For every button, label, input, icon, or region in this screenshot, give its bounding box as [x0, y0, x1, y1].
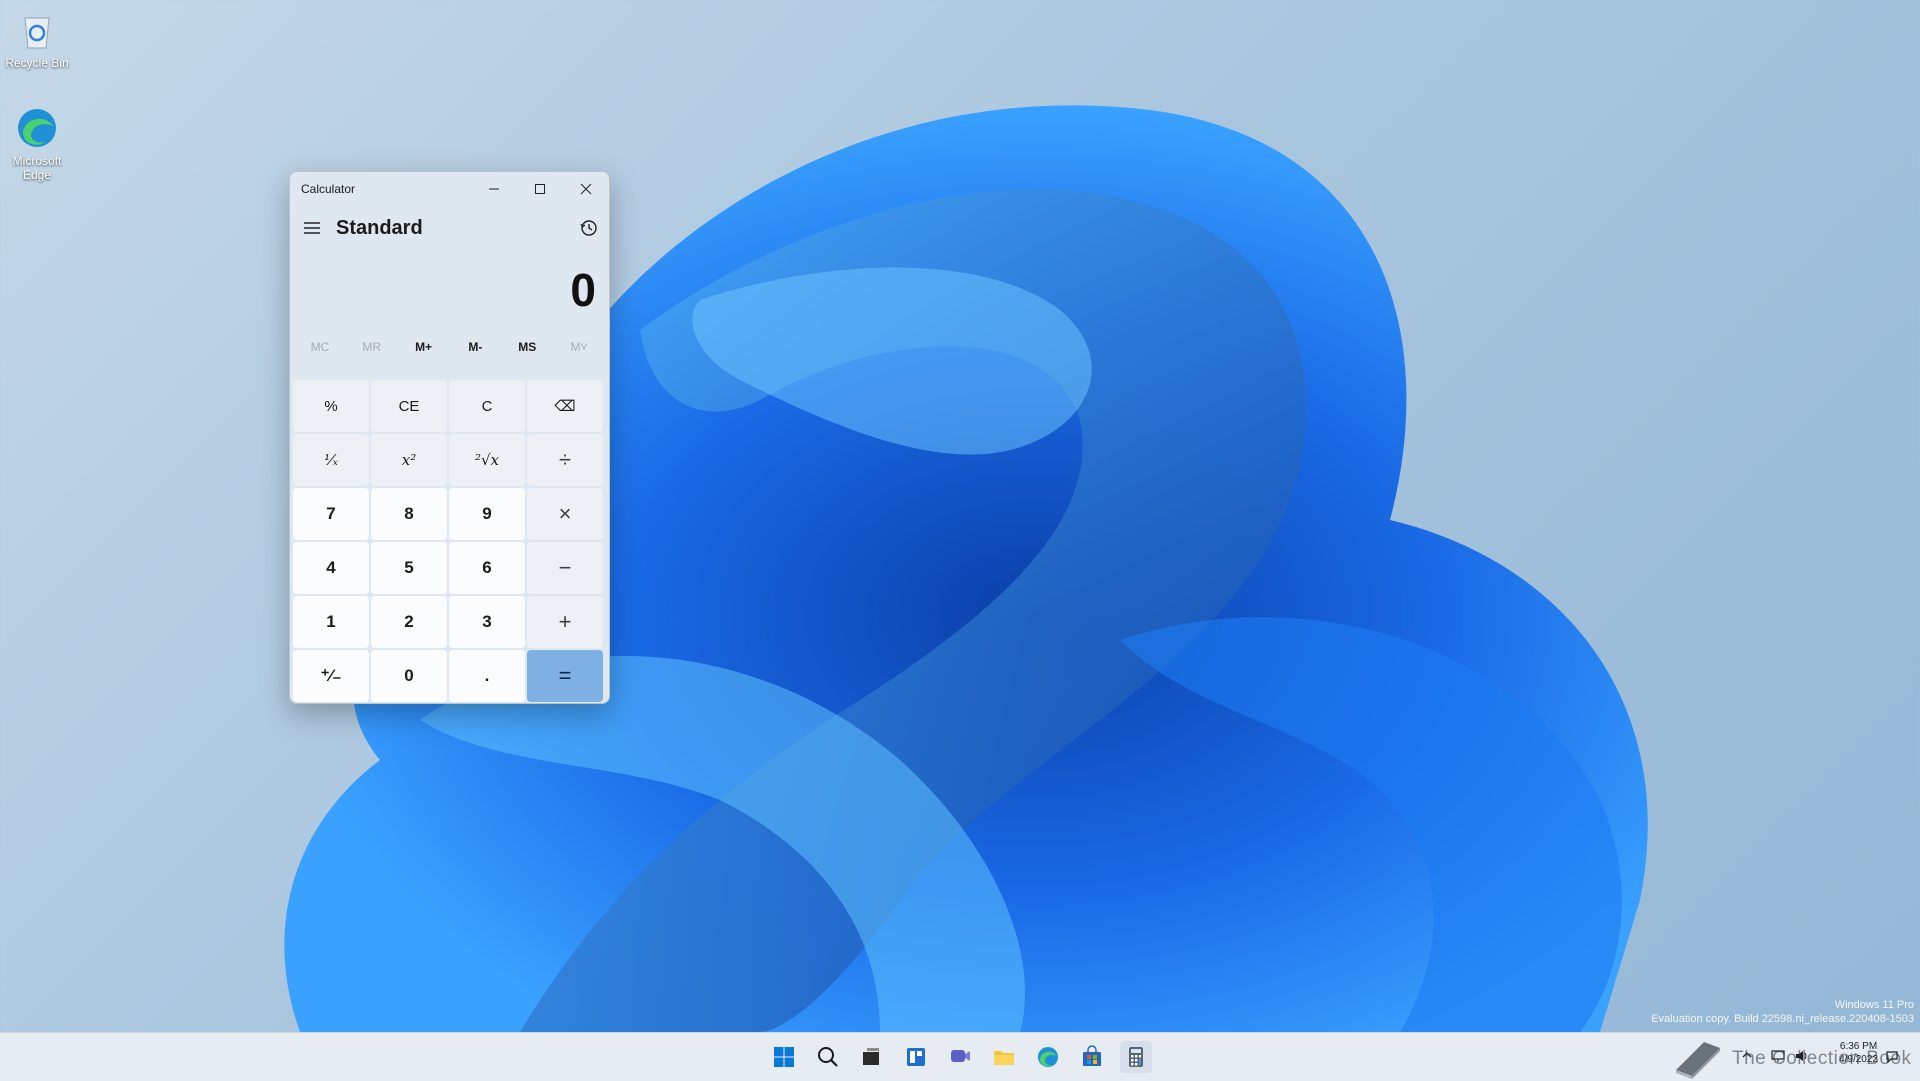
memory-recall-button[interactable]: MR	[346, 330, 398, 364]
desktop-icon-edge[interactable]: Microsoft Edge	[0, 106, 74, 182]
memory-subtract-button[interactable]: M-	[449, 330, 501, 364]
result-display: 0	[570, 264, 596, 316]
chat-icon	[951, 1050, 970, 1062]
square-label: x²	[401, 451, 417, 469]
maximize-button[interactable]	[517, 172, 563, 206]
mode-title: Standard	[336, 216, 423, 239]
history-icon[interactable]	[579, 218, 599, 238]
add-button[interactable]: +	[527, 596, 603, 648]
reciprocal-label: ¹⁄ₓ	[324, 451, 338, 469]
widgets-icon	[907, 1048, 925, 1066]
clear-entry-button[interactable]: CE	[371, 380, 447, 432]
square-root-button[interactable]: ²√x	[449, 434, 525, 486]
recycle-bin-icon	[24, 17, 50, 49]
memory-list-button[interactable]: M˅	[553, 330, 605, 364]
equals-button[interactable]: =	[527, 650, 603, 702]
maximize-icon	[535, 184, 545, 194]
digit-6-button[interactable]: 6	[449, 542, 525, 594]
square-root-label: ²√x	[474, 451, 500, 469]
chat-button[interactable]	[944, 1041, 976, 1073]
multiply-button[interactable]: ×	[527, 488, 603, 540]
calculator-icon	[1129, 1047, 1143, 1067]
search-icon	[818, 1047, 838, 1067]
tray-chevron-icon[interactable]	[1740, 1048, 1754, 1062]
desktop-icon-label: Microsoft Edge	[12, 154, 62, 182]
edge-icon	[1038, 1047, 1058, 1067]
desktop-icon-label: Recycle Bin	[5, 56, 69, 70]
window-title: Calculator	[301, 182, 356, 196]
title-bar[interactable]: Calculator	[290, 172, 609, 206]
clock-date: 4/9/2022	[1839, 1054, 1878, 1065]
memory-store-button[interactable]: MS	[501, 330, 553, 364]
clear-button[interactable]: C	[449, 380, 525, 432]
keypad: % CE C ⌫ ¹⁄ₓ x² ²√x ÷ 7 8 9 × 4 5 6 − 1 …	[290, 377, 606, 703]
taskbar	[0, 1032, 1920, 1081]
memory-add-button[interactable]: M+	[398, 330, 450, 364]
calculator-header: Standard	[290, 206, 609, 250]
widgets-button[interactable]	[900, 1041, 932, 1073]
evaluation-watermark: Windows 11 Pro Evaluation copy. Build 22…	[1651, 998, 1914, 1026]
desktop-icon-recycle-bin[interactable]: Recycle Bin	[0, 8, 74, 70]
store-button[interactable]	[1076, 1041, 1108, 1073]
digit-4-button[interactable]: 4	[293, 542, 369, 594]
watermark-edition: Windows 11 Pro	[1834, 999, 1914, 1011]
wallpaper-bloom	[284, 105, 1648, 1032]
percent-button[interactable]: %	[293, 380, 369, 432]
task-view-icon	[863, 1048, 879, 1065]
divide-button[interactable]: ÷	[527, 434, 603, 486]
edge-button[interactable]	[1032, 1041, 1064, 1073]
digit-2-button[interactable]: 2	[371, 596, 447, 648]
calculator-window[interactable]: Calculator Standard 0 MC MR M+ M- MS M˅ …	[289, 171, 610, 704]
volume-icon[interactable]	[1794, 1048, 1810, 1064]
file-explorer-icon	[994, 1051, 1014, 1065]
file-explorer-button[interactable]	[988, 1041, 1020, 1073]
digit-0-button[interactable]: 0	[371, 650, 447, 702]
decimal-button[interactable]: .	[449, 650, 525, 702]
digit-1-button[interactable]: 1	[293, 596, 369, 648]
network-icon[interactable]	[1770, 1048, 1786, 1064]
system-clock[interactable]: 6:36 PM 4/9/2022	[1839, 1040, 1878, 1066]
subtract-button[interactable]: −	[527, 542, 603, 594]
task-view-button[interactable]	[855, 1041, 887, 1073]
close-button[interactable]	[563, 172, 609, 206]
watermark-build: Evaluation copy. Build 22598.ni_release.…	[1651, 1013, 1914, 1025]
notification-icon[interactable]	[1884, 1048, 1900, 1064]
minimize-button[interactable]	[471, 172, 517, 206]
digit-8-button[interactable]: 8	[371, 488, 447, 540]
store-icon	[1083, 1045, 1101, 1066]
clock-time: 6:36 PM	[1839, 1041, 1878, 1052]
backspace-button[interactable]: ⌫	[527, 380, 603, 432]
digit-3-button[interactable]: 3	[449, 596, 525, 648]
digit-5-button[interactable]: 5	[371, 542, 447, 594]
memory-row: MC MR M+ M- MS M˅	[290, 330, 609, 364]
reciprocal-button[interactable]: ¹⁄ₓ	[293, 434, 369, 486]
search-button[interactable]	[812, 1041, 844, 1073]
minimize-icon	[489, 188, 499, 190]
close-icon	[580, 183, 592, 195]
negate-button[interactable]: ⁺⁄₋	[293, 650, 369, 702]
start-icon	[774, 1047, 794, 1067]
start-button[interactable]	[768, 1041, 800, 1073]
square-button[interactable]: x²	[371, 434, 447, 486]
memory-clear-button[interactable]: MC	[294, 330, 346, 364]
calculator-taskbar-button[interactable]	[1120, 1041, 1152, 1073]
edge-icon	[18, 109, 56, 147]
digit-9-button[interactable]: 9	[449, 488, 525, 540]
book-icon	[1676, 1042, 1720, 1079]
menu-icon[interactable]	[302, 221, 322, 235]
digit-7-button[interactable]: 7	[293, 488, 369, 540]
